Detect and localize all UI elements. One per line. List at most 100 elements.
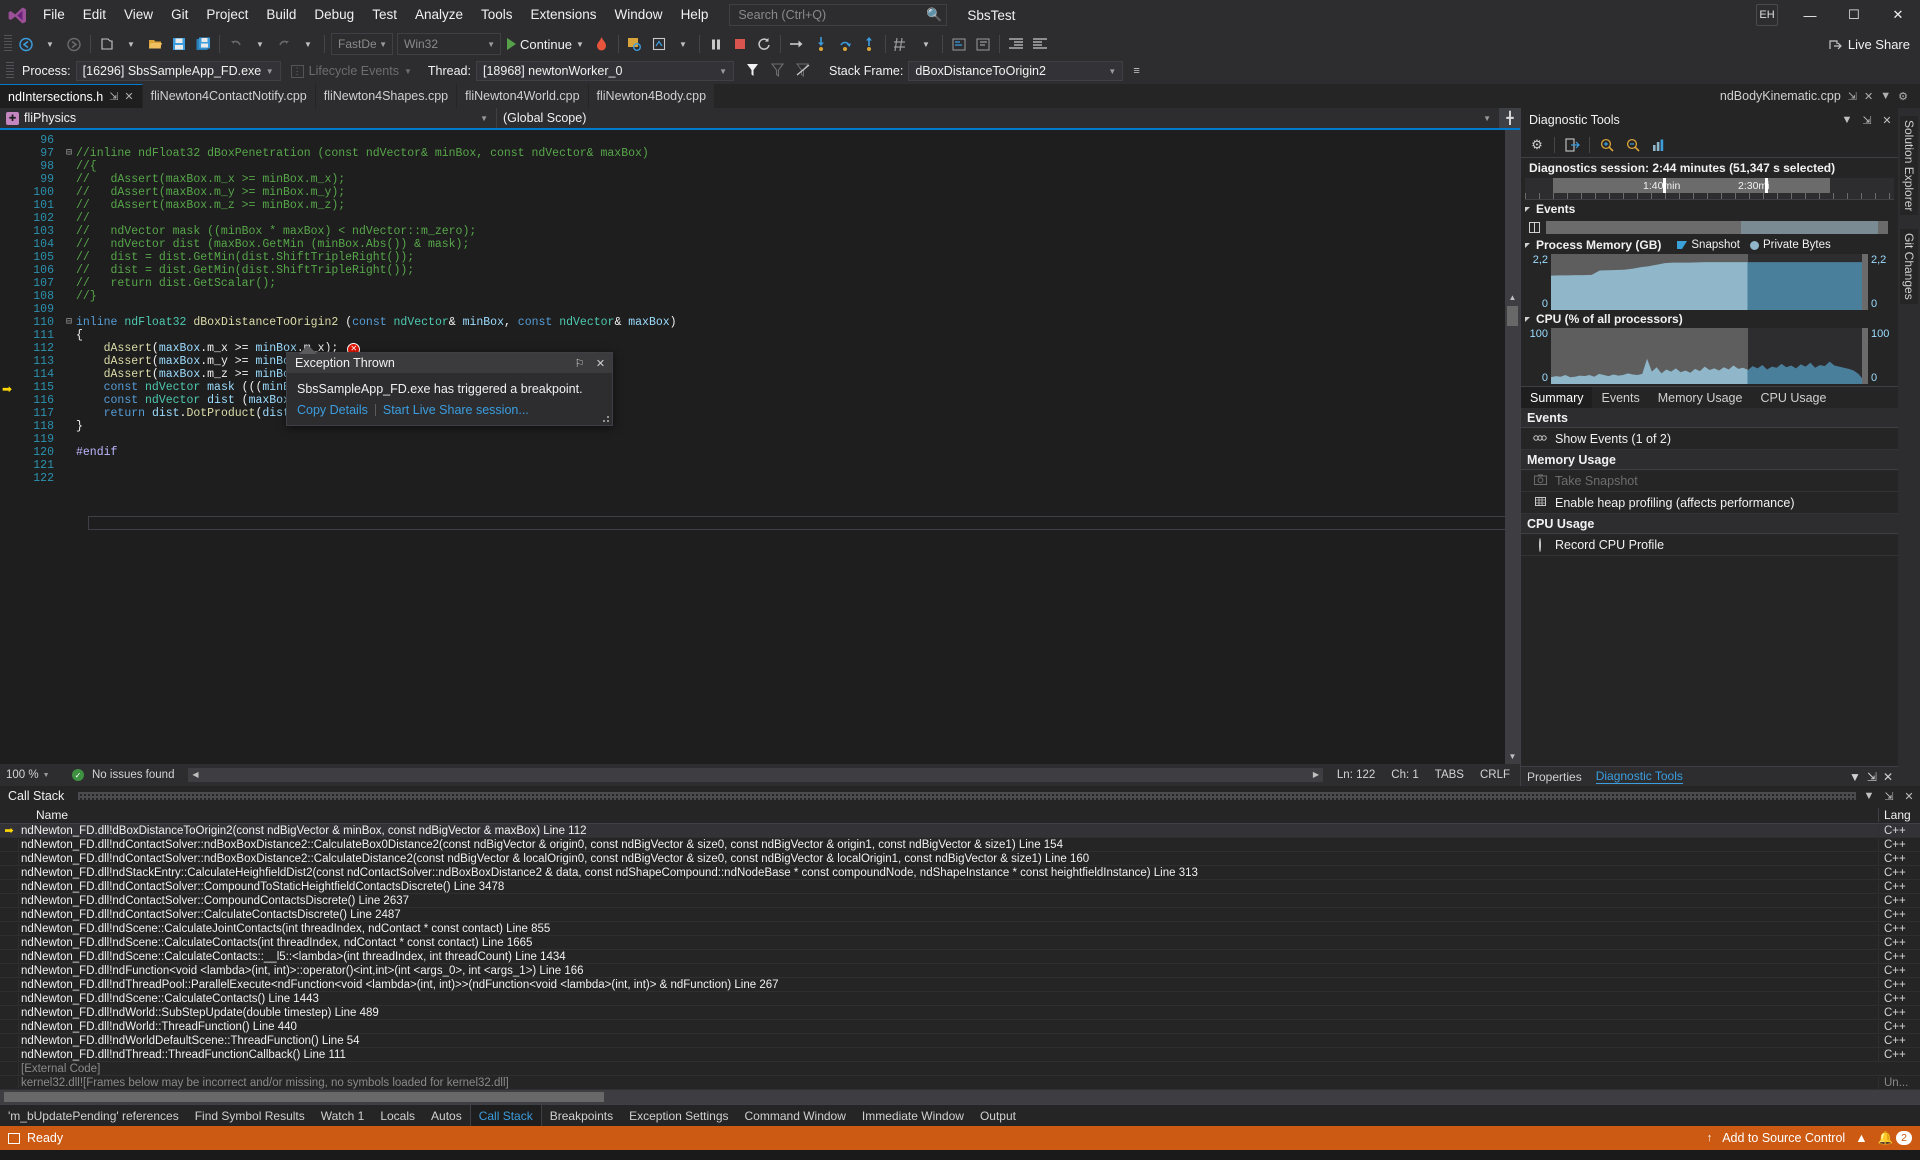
call-stack-row[interactable]: ndNewton_FD.dll!ndContactSolver::ndBoxBo… <box>0 852 1920 866</box>
call-stack-row[interactable]: ndNewton_FD.dll!ndThread::ThreadFunction… <box>0 1048 1920 1062</box>
save-icon[interactable] <box>167 32 191 56</box>
bottom-tab-breakpoints[interactable]: Breakpoints <box>542 1105 621 1126</box>
menu-extensions[interactable]: Extensions <box>522 0 606 30</box>
chevron-down-icon[interactable]: ▼ <box>1840 114 1854 126</box>
toggle-thread-filter-icon[interactable] <box>795 63 811 80</box>
doc-tab-shapes[interactable]: fliNewton4Shapes.cpp <box>315 84 458 108</box>
code-line[interactable]: 115 const ndVector mask (((minBox * max <box>16 381 1520 394</box>
chevron-down-icon[interactable]: ▼ <box>1849 770 1861 784</box>
step-out-icon[interactable] <box>857 32 881 56</box>
code-line[interactable]: 105 // dist = dist.GetMin(dist.ShiftTripl… <box>16 251 1520 264</box>
bottom-tab-output[interactable]: Output <box>972 1105 1024 1126</box>
zoom-level-select[interactable]: 100 % ▼ <box>6 769 64 781</box>
bottom-tab-call-stack[interactable]: Call Stack <box>469 1105 542 1126</box>
menu-build[interactable]: Build <box>257 0 305 30</box>
call-stack-row[interactable]: ndNewton_FD.dll!ndStackEntry::CalculateH… <box>0 866 1920 880</box>
tab-events[interactable]: Events <box>1592 387 1648 408</box>
doc-tab-body[interactable]: fliNewton4Body.cpp <box>588 84 716 108</box>
close-icon[interactable]: ✕ <box>1902 790 1916 803</box>
bottom-tab-command-window[interactable]: Command Window <box>737 1105 854 1126</box>
vtab-git-changes[interactable]: Git Changes <box>1900 229 1918 305</box>
close-icon[interactable]: ✕ <box>1864 90 1873 103</box>
call-stack-row[interactable]: ndNewton_FD.dll!ndScene::CalculateContac… <box>0 992 1920 1006</box>
increase-indent-icon[interactable] <box>1004 32 1028 56</box>
scroll-down-arrow-icon[interactable]: ▼ <box>1505 749 1520 764</box>
close-icon[interactable]: ✕ <box>593 357 608 370</box>
add-to-source-control-button[interactable]: Add to Source Control <box>1722 1131 1845 1145</box>
settings-gear-icon[interactable]: ⚙ <box>1525 134 1549 156</box>
code-line[interactable]: 96 <box>16 134 1520 147</box>
code-line[interactable]: 119 <box>16 433 1520 446</box>
bottom-tab-locals[interactable]: Locals <box>372 1105 423 1126</box>
notifications-badge[interactable]: 🔔 2 <box>1878 1131 1912 1146</box>
build-configuration-select[interactable]: FastDebu ▼ <box>331 33 393 55</box>
tab-memory-usage[interactable]: Memory Usage <box>1649 387 1752 408</box>
redo-icon[interactable] <box>272 32 296 56</box>
navigate-backward-dropdown-icon[interactable]: ▼ <box>38 32 62 56</box>
comment-block-icon[interactable] <box>947 32 971 56</box>
menu-file[interactable]: File <box>34 0 74 30</box>
tab-summary[interactable]: Summary <box>1521 387 1593 408</box>
pin-icon[interactable]: ⚐ <box>572 357 587 370</box>
uncomment-block-icon[interactable] <box>971 32 995 56</box>
global-search-input[interactable]: Search (Ctrl+Q) 🔍 <box>729 4 948 26</box>
code-line[interactable]: 104 // ndVector dist (maxBox.GetMin (minB… <box>16 238 1520 251</box>
code-line[interactable]: 110 ⊟ inline ndFloat32 dBoxDistanceToOrigi… <box>16 316 1520 329</box>
diagnostics-timeline[interactable]: 1:40min 2:30mi <box>1525 178 1894 200</box>
events-section-header[interactable]: Events <box>1521 200 1898 218</box>
editor-horizontal-scrollbar[interactable]: ◀ ▶ <box>188 768 1323 782</box>
pin-icon[interactable]: ⇲ <box>1882 790 1896 803</box>
decrease-indent-icon[interactable] <box>1028 32 1052 56</box>
close-button[interactable]: ✕ <box>1876 0 1920 30</box>
menu-tools[interactable]: Tools <box>472 0 522 30</box>
scrollbar-thumb[interactable] <box>1507 306 1518 326</box>
thread-select[interactable]: [18968] newtonWorker_0 ▼ <box>475 61 734 81</box>
gear-icon[interactable]: ⚙ <box>1898 90 1908 103</box>
export-icon[interactable] <box>1560 134 1584 156</box>
memory-section-header[interactable]: Process Memory (GB) Snapshot Private Byt… <box>1521 236 1898 254</box>
code-line[interactable]: 114 dAssert(maxBox.m_z >= minBox.m_z); <box>16 368 1520 381</box>
call-stack-row[interactable]: ndNewton_FD.dll!ndScene::CalculateContac… <box>0 950 1920 964</box>
debug-target-dropdown-icon[interactable]: ▼ <box>671 32 695 56</box>
code-line[interactable]: 103 // ndVector mask ((minBox * maxBox) <… <box>16 225 1520 238</box>
restart-icon[interactable] <box>752 32 776 56</box>
exception-thrown-popup[interactable]: Exception Thrown ⚐ ✕ SbsSampleApp_FD.exe… <box>286 345 613 426</box>
step-into-icon[interactable] <box>809 32 833 56</box>
call-stack-row[interactable]: ndNewton_FD.dll!ndContactSolver::Compoun… <box>0 894 1920 908</box>
new-project-dropdown-icon[interactable]: ▼ <box>119 32 143 56</box>
redo-dropdown-icon[interactable]: ▼ <box>296 32 320 56</box>
bottom-tab-immediate-window[interactable]: Immediate Window <box>854 1105 972 1126</box>
doc-tab-ndintersections[interactable]: ndIntersections.h ⇲ ✕ <box>0 84 143 108</box>
menu-analyze[interactable]: Analyze <box>406 0 472 30</box>
call-stack-row[interactable]: ndNewton_FD.dll!ndScene::CalculateJointC… <box>0 922 1920 936</box>
code-line[interactable]: 101 // dAssert(maxBox.m_z >= minBox.m_z); <box>16 199 1520 212</box>
menu-edit[interactable]: Edit <box>74 0 115 30</box>
undo-icon[interactable] <box>224 32 248 56</box>
column-header-lang[interactable]: Lang <box>1878 807 1920 822</box>
code-line[interactable]: 113 dAssert(maxBox.m_y >= minBox.m_y); <box>16 355 1520 368</box>
scroll-up-arrow-icon[interactable]: ▲ <box>1505 290 1520 305</box>
debug-target-icon[interactable] <box>647 32 671 56</box>
menu-window[interactable]: Window <box>606 0 672 30</box>
pin-icon[interactable]: ⇲ <box>1867 770 1877 784</box>
undo-dropdown-icon[interactable]: ▼ <box>248 32 272 56</box>
processbar-grip[interactable] <box>6 62 14 80</box>
call-stack-row[interactable]: kernel32.dll![Frames below may be incorr… <box>0 1076 1920 1090</box>
code-editor[interactable]: ➡ 96 97 ⊟//inline ndFloat32 dBoxPenetratio… <box>0 130 1520 764</box>
break-all-icon[interactable] <box>704 32 728 56</box>
code-line[interactable]: 111 { <box>16 329 1520 342</box>
zoom-in-icon[interactable] <box>1595 134 1619 156</box>
cpu-section-header[interactable]: CPU (% of all processors) <box>1521 310 1898 328</box>
project-scope-select[interactable]: ✚ fliPhysics ▼ <box>0 108 497 128</box>
stackframe-select[interactable]: dBoxDistanceToOrigin2 ▼ <box>908 61 1124 81</box>
menu-debug[interactable]: Debug <box>305 0 363 30</box>
show-flagged-only-icon[interactable] <box>770 62 785 80</box>
code-line[interactable]: 98 //{ <box>16 160 1520 173</box>
call-stack-rows[interactable]: ➡ ndNewton_FD.dll!dBoxDistanceToOrigin2(c… <box>0 824 1920 1090</box>
code-line[interactable]: 100 // dAssert(maxBox.m_y >= minBox.m_y); <box>16 186 1520 199</box>
code-line[interactable]: 112 dAssert(maxBox.m_x >= minBox.m_x); ✕ <box>16 342 1520 356</box>
code-line[interactable]: 109 <box>16 303 1520 316</box>
navigate-forward-icon[interactable] <box>62 32 86 56</box>
account-avatar[interactable]: EH <box>1756 4 1778 26</box>
footer-tab-diagnostic-tools[interactable]: Diagnostic Tools <box>1595 769 1683 784</box>
